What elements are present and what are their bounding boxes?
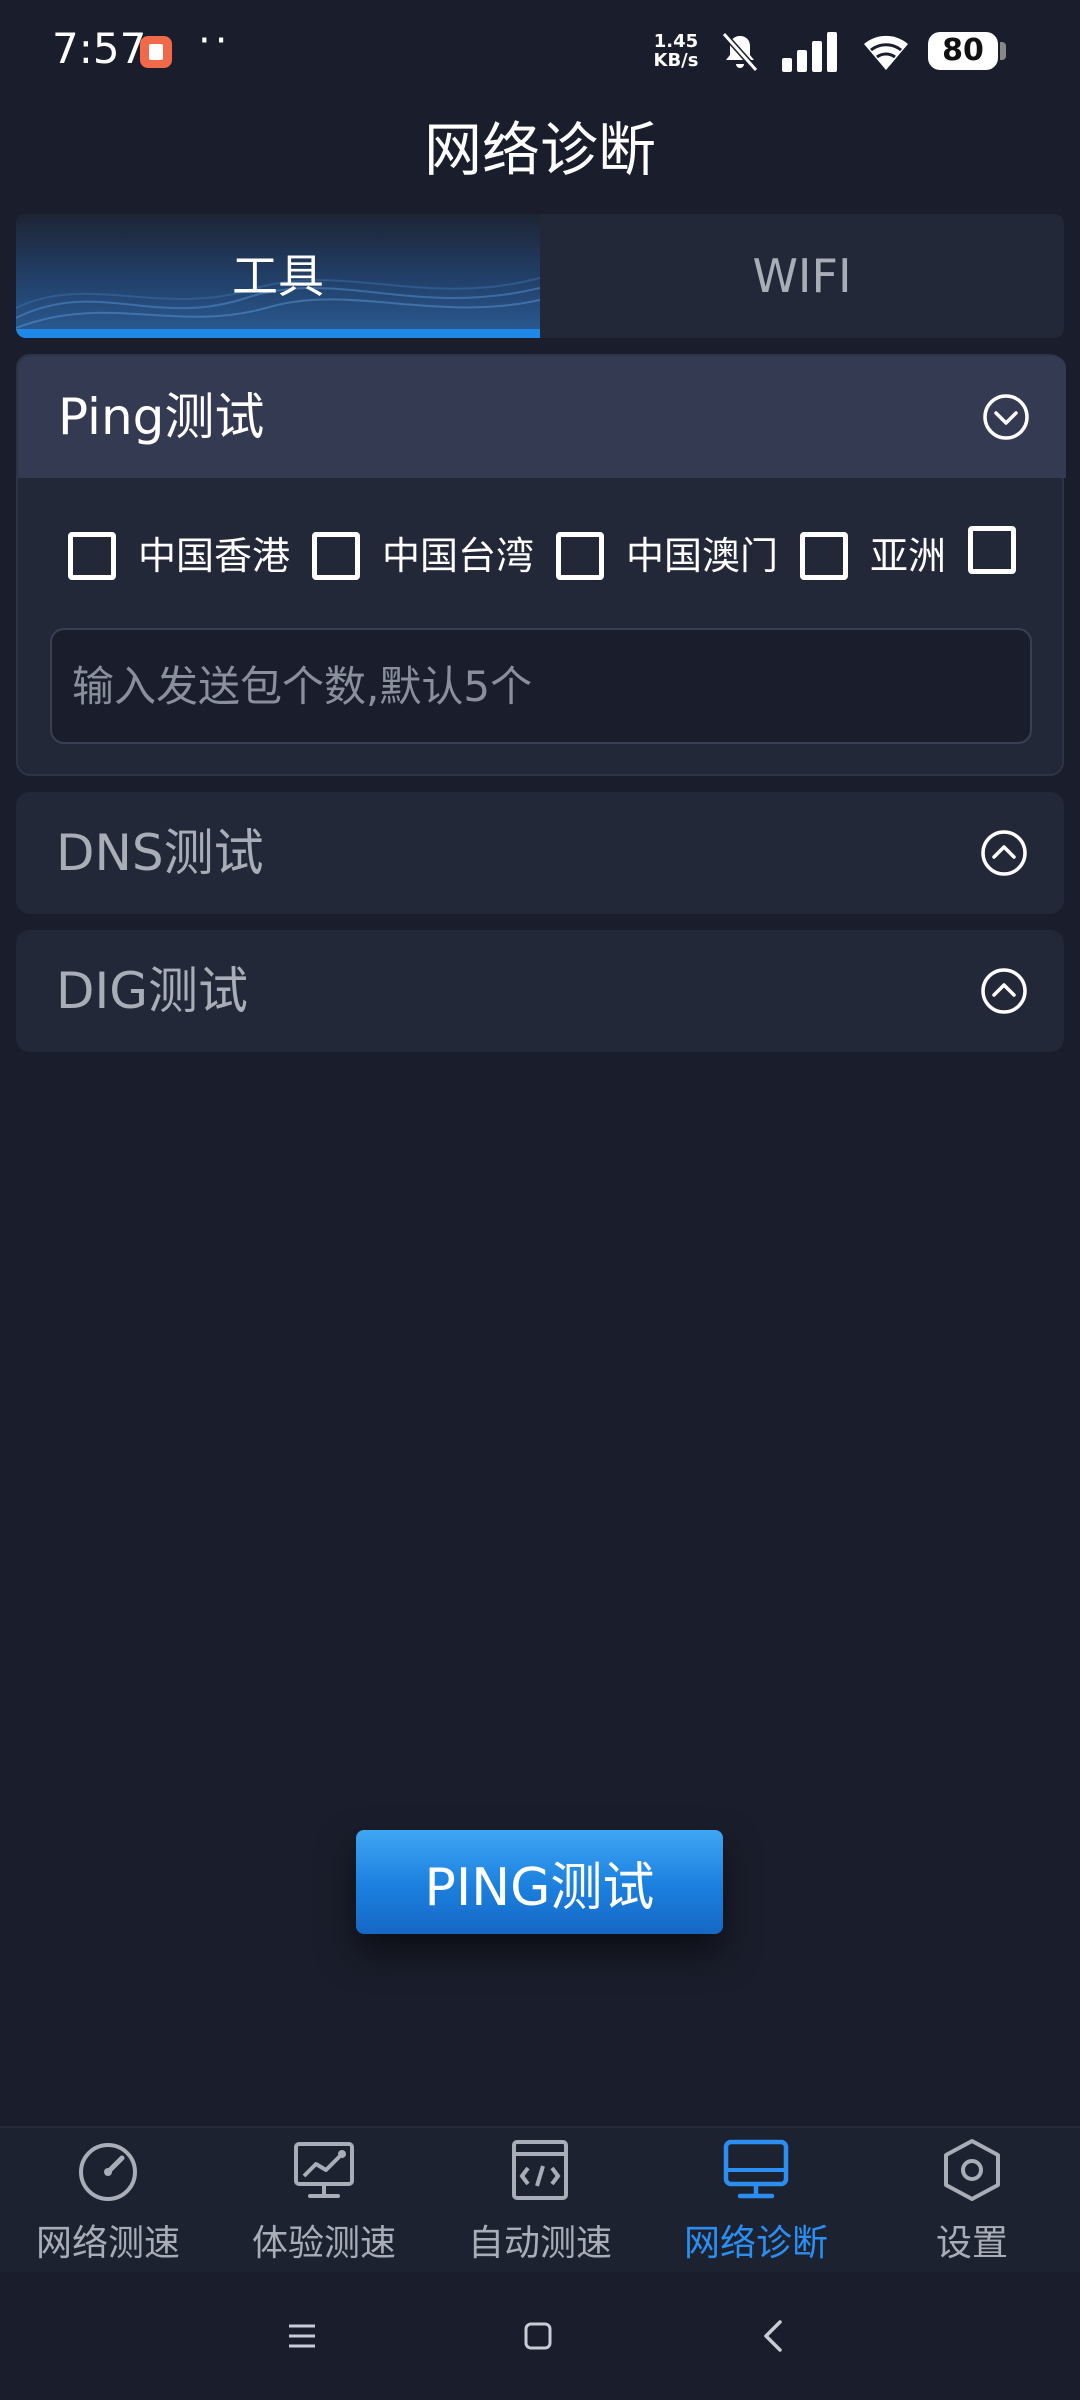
region-label: 中国香港 — [138, 534, 291, 578]
network-speed: 1.45 KB/s — [646, 32, 706, 70]
checkbox[interactable] — [968, 526, 1017, 574]
region-option-next[interactable] — [968, 526, 1038, 586]
tab-tools[interactable]: 工具 — [16, 214, 540, 338]
region-label: 中国澳门 — [626, 534, 779, 578]
checkbox[interactable] — [312, 532, 361, 580]
home-icon[interactable] — [508, 2306, 568, 2366]
menu-icon[interactable] — [272, 2306, 332, 2366]
region-option-macau[interactable]: 中国澳门 — [556, 526, 778, 586]
nav-label: 体验测速 — [251, 2223, 396, 2264]
dns-section-title: DNS测试 — [56, 824, 264, 882]
code-window-icon — [512, 2140, 568, 2200]
network-speed-value: 1.45 — [653, 31, 699, 52]
region-option-taiwan[interactable]: 中国台湾 — [312, 526, 534, 586]
dns-section[interactable]: DNS测试 — [16, 792, 1064, 914]
nav-label: 设置 — [935, 2223, 1008, 2264]
battery-level: 80 — [928, 32, 998, 70]
page-title: 网络诊断 — [423, 116, 656, 184]
chevron-down-circle-icon — [983, 394, 1029, 440]
ping-test-button[interactable]: PING测试 — [356, 1830, 723, 1934]
tab-tools-label: 工具 — [232, 249, 324, 303]
monitor-icon — [723, 2139, 789, 2199]
chevron-up-circle-icon — [981, 830, 1027, 876]
ping-section-title: Ping测试 — [58, 388, 265, 446]
more-notifications-dots: ·· — [198, 18, 232, 64]
speedometer-icon — [79, 2143, 137, 2201]
dig-section[interactable]: DIG测试 — [16, 930, 1064, 1052]
nav-item-network-diagnosis[interactable]: 网络诊断 — [648, 2138, 864, 2274]
region-checkbox-list: 中国香港 中国台湾 中国澳门 亚洲 — [68, 526, 1048, 586]
active-tab-indicator — [16, 329, 540, 338]
nav-item-speed-test[interactable]: 网络测速 — [0, 2138, 216, 2274]
status-time: 7:57 — [52, 24, 147, 73]
nav-item-experience-test[interactable]: 体验测速 — [216, 2138, 432, 2274]
app-notification-icon — [140, 36, 172, 68]
packet-count-input[interactable] — [50, 628, 1032, 744]
nav-item-settings[interactable]: 设置 — [864, 2138, 1080, 2274]
checkbox[interactable] — [556, 532, 605, 580]
status-bar: 7:57 ·· 1.45 KB/s 80 — [0, 0, 1080, 100]
back-icon[interactable] — [744, 2306, 804, 2366]
dig-section-title: DIG测试 — [56, 962, 248, 1020]
tab-bar: 工具 WIFI — [16, 214, 1064, 338]
bell-muted-icon — [721, 32, 759, 72]
system-nav-bar — [0, 2272, 1080, 2400]
network-speed-unit: KB/s — [653, 50, 699, 71]
tab-wifi-label: WIFI — [752, 249, 852, 303]
chevron-up-circle-icon — [981, 968, 1027, 1014]
nav-label: 网络诊断 — [683, 2223, 828, 2264]
settings-hex-icon — [944, 2139, 1000, 2201]
nav-label: 网络测速 — [35, 2223, 180, 2264]
app-root: 7:57 ·· 1.45 KB/s 80 网络诊断 工具 WIFI Ping测试… — [0, 0, 1080, 2400]
nav-label: 自动测速 — [467, 2223, 612, 2264]
battery-tip-icon — [1000, 42, 1006, 60]
wifi-icon — [864, 35, 908, 70]
region-label: 亚洲 — [870, 534, 947, 578]
nav-item-auto-test[interactable]: 自动测速 — [432, 2138, 648, 2274]
tab-wifi[interactable]: WIFI — [540, 214, 1064, 338]
dig-section-header[interactable]: DIG测试 — [16, 930, 1064, 1052]
region-label: 中国台湾 — [382, 534, 535, 578]
chart-monitor-icon — [294, 2142, 354, 2198]
bottom-nav: 网络测速 体验测速 自动测速 网络诊断 设置 — [0, 2126, 1080, 2272]
region-option-asia[interactable]: 亚洲 — [800, 526, 946, 586]
cell-signal-icon — [782, 32, 837, 72]
ping-section-header[interactable]: Ping测试 — [18, 356, 1066, 478]
region-option-hongkong[interactable]: 中国香港 — [68, 526, 290, 586]
dns-section-header[interactable]: DNS测试 — [16, 792, 1064, 914]
ping-section: Ping测试 中国香港 中国台湾 中国澳门 亚洲 — [16, 354, 1066, 776]
checkbox[interactable] — [800, 532, 849, 580]
checkbox[interactable] — [68, 532, 116, 580]
